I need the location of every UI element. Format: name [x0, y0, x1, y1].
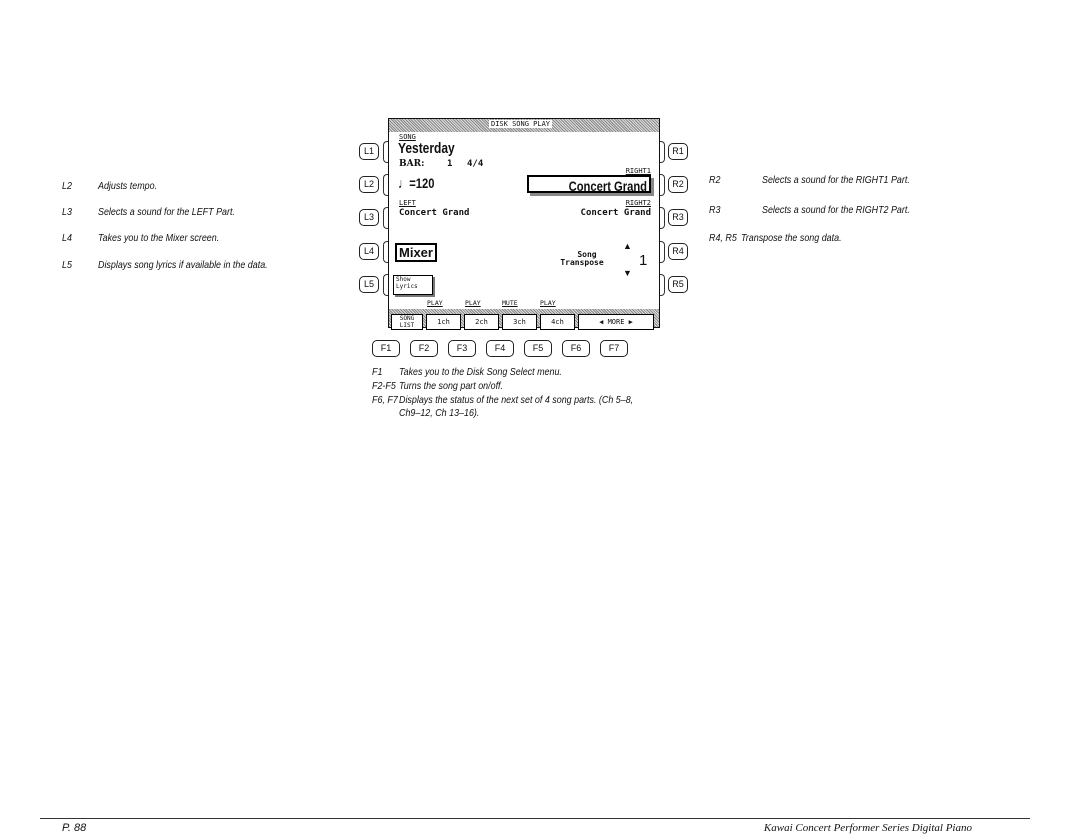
- time-signature: 4/4: [467, 159, 484, 169]
- right1-sound[interactable]: Concert Grand: [527, 175, 651, 193]
- song-list-key[interactable]: SONG LIST: [391, 314, 423, 330]
- left-label: LEFT: [399, 199, 416, 207]
- bracket: [660, 241, 665, 263]
- bracket: [660, 207, 665, 229]
- 4ch-key[interactable]: 4ch: [540, 314, 575, 330]
- l3-button[interactable]: L3: [359, 209, 379, 226]
- right1-label: RIGHT1: [625, 167, 651, 175]
- caption-text: Turns the song part on/off.: [399, 380, 504, 392]
- 3ch-key[interactable]: 3ch: [502, 314, 537, 330]
- footer-rule: [40, 818, 1030, 819]
- page-number: P. 88: [62, 822, 87, 834]
- bracket: [660, 141, 665, 163]
- mixer-button[interactable]: Mixer: [395, 243, 437, 262]
- f2-button[interactable]: F2: [410, 340, 438, 357]
- note-text: Takes you to the Mixer screen.: [98, 232, 220, 244]
- note-key: L4: [62, 232, 72, 244]
- note-text: Selects a sound for the RIGHT2 Part.: [762, 204, 910, 216]
- lcd-screen: DISK SONG PLAY SONG Yesterday BAR: 1 4/4…: [388, 118, 660, 330]
- r1-button[interactable]: R1: [668, 143, 688, 160]
- note-key: R3: [709, 204, 721, 216]
- note-text: Adjusts tempo.: [98, 180, 158, 192]
- l2-button[interactable]: L2: [359, 176, 379, 193]
- f1-button[interactable]: F1: [372, 340, 400, 357]
- right2-label: RIGHT2: [625, 199, 651, 207]
- transpose-up-icon[interactable]: ▲: [623, 241, 632, 251]
- caption-text: Takes you to the Disk Song Select menu.: [399, 366, 562, 378]
- l1-button[interactable]: L1: [359, 143, 379, 160]
- tempo[interactable]: ♩=120: [398, 175, 434, 191]
- caption-text: Displays the status of the next set of 4…: [399, 394, 634, 406]
- transpose-value: 1: [639, 252, 648, 269]
- song-name: Yesterday: [398, 140, 455, 157]
- show-lyrics-button[interactable]: Show Lyrics: [393, 275, 433, 295]
- note-text: Transpose the song data.: [741, 232, 842, 244]
- caption-text: Ch9–12, Ch 13–16).: [399, 407, 480, 419]
- caption-key: F6, F7: [372, 394, 398, 406]
- f5-button[interactable]: F5: [524, 340, 552, 357]
- r5-button[interactable]: R5: [668, 276, 688, 293]
- status-1: PLAY: [427, 299, 443, 307]
- bar-number: 1: [447, 159, 453, 169]
- note-key: L3: [62, 206, 72, 218]
- f3-button[interactable]: F3: [448, 340, 476, 357]
- bracket: [660, 174, 665, 196]
- transpose-down-icon[interactable]: ▼: [623, 268, 632, 278]
- caption-key: F2-F5: [372, 380, 396, 392]
- bar-label: BAR:: [399, 159, 425, 169]
- f7-button[interactable]: F7: [600, 340, 628, 357]
- r4-button[interactable]: R4: [668, 243, 688, 260]
- status-4: PLAY: [540, 299, 556, 307]
- right2-sound[interactable]: Concert Grand: [581, 208, 651, 218]
- f6-button[interactable]: F6: [562, 340, 590, 357]
- l5-button[interactable]: L5: [359, 276, 379, 293]
- r3-button[interactable]: R3: [668, 209, 688, 226]
- transpose-label-2: Transpose: [560, 258, 604, 267]
- note-text: Displays song lyrics if available in the…: [98, 259, 268, 271]
- l4-button[interactable]: L4: [359, 243, 379, 260]
- note-key: L5: [62, 259, 72, 271]
- left-sound[interactable]: Concert Grand: [399, 208, 469, 218]
- footer-title: Kawai Concert Performer Series Digital P…: [763, 822, 972, 834]
- bracket: [660, 274, 665, 296]
- r2-button[interactable]: R2: [668, 176, 688, 193]
- caption-key: F1: [372, 366, 383, 378]
- 2ch-key[interactable]: 2ch: [464, 314, 499, 330]
- note-key: R2: [709, 174, 721, 186]
- status-3: MUTE: [502, 299, 518, 307]
- note-key: R4, R5: [709, 232, 737, 244]
- more-key[interactable]: ◀ MORE ▶: [578, 314, 654, 330]
- note-text: Selects a sound for the RIGHT1 Part.: [762, 174, 910, 186]
- screen-title: DISK SONG PLAY: [489, 120, 553, 128]
- status-2: PLAY: [465, 299, 481, 307]
- note-text: Selects a sound for the LEFT Part.: [98, 206, 235, 218]
- note-key: L2: [62, 180, 72, 192]
- f4-button[interactable]: F4: [486, 340, 514, 357]
- 1ch-key[interactable]: 1ch: [426, 314, 461, 330]
- title-bar: DISK SONG PLAY: [389, 119, 659, 132]
